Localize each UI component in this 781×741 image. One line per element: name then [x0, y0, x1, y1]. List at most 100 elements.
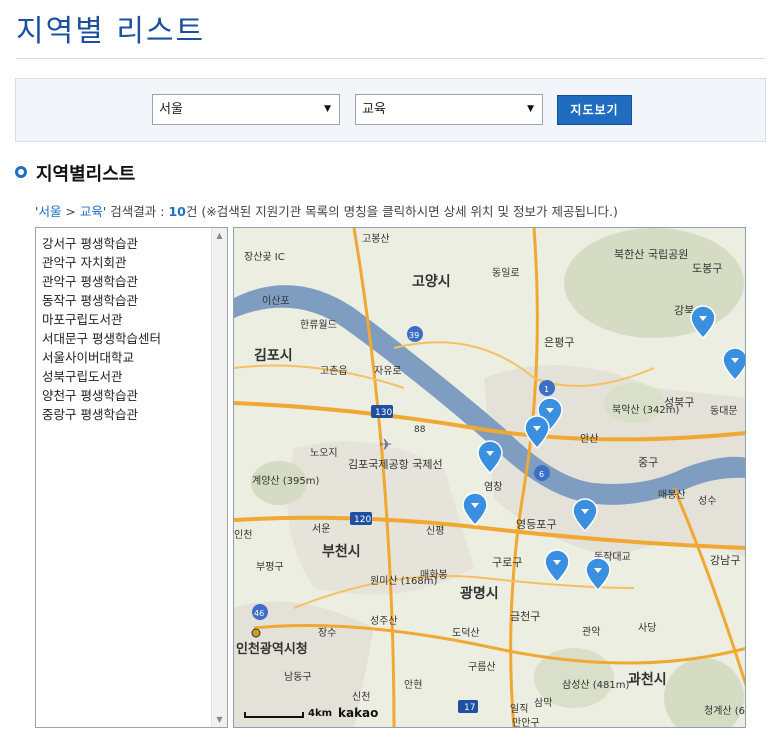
- result-summary: '서울 > 교육' 검색결과 : 10건 (※검색된 지원기관 목록의 명칭을 …: [35, 201, 618, 220]
- map-label-bukhansan: 북한산 국립공원: [614, 248, 688, 261]
- section-title: 지역별리스트: [36, 164, 136, 185]
- scroll-down-icon[interactable]: ▼: [212, 712, 227, 727]
- list-item[interactable]: 마포구립도서관: [42, 310, 161, 329]
- title-divider: [16, 58, 765, 59]
- map-label-dobong: 도봉구: [692, 262, 722, 275]
- page-title: 지역별 리스트: [16, 14, 206, 49]
- map-label-road-88: 88: [414, 425, 426, 435]
- result-count: 10: [168, 204, 186, 219]
- map-label-goson: 고촌읍: [320, 365, 348, 377]
- list-scrollbar[interactable]: ▲ ▼: [211, 228, 227, 727]
- map-label-yeongdeungpo: 영등포구: [516, 518, 556, 531]
- section-bullet-icon: [15, 166, 27, 178]
- list-item[interactable]: 관악구 자치회관: [42, 253, 161, 272]
- airport-icon: ✈: [379, 435, 392, 454]
- list-item[interactable]: 중랑구 평생학습관: [42, 405, 161, 424]
- map-label-sincheon: 신천: [352, 691, 370, 703]
- map-label-gobongsan: 고봉산: [362, 233, 390, 245]
- road-shield-17-label: 17: [464, 703, 475, 713]
- map-label-hanryu: 한류월드: [300, 319, 337, 331]
- bukhansan-park: [564, 228, 744, 338]
- institution-list-items: 강서구 평생학습관 관악구 자치회관 관악구 평생학습관 동작구 평생학습관 마…: [42, 234, 161, 424]
- kakao-logo[interactable]: kakao: [338, 706, 378, 720]
- result-region: 서울: [38, 204, 62, 219]
- list-item[interactable]: 서대문구 평생학습센터: [42, 329, 161, 348]
- result-category: 교육: [79, 204, 103, 219]
- map-label-gwanak: 관악: [582, 626, 600, 638]
- category-select[interactable]: 교육 ▼: [355, 94, 543, 125]
- map-label-seongjusan: 성주산: [370, 615, 398, 627]
- map-label-incheon: 인천: [234, 529, 252, 541]
- map-label-gwacheon: 과천시: [628, 672, 667, 688]
- map-label-samseongsan: 삼성산 (481m): [562, 679, 630, 691]
- category-select-value: 교육: [362, 102, 386, 117]
- list-item[interactable]: 서울사이버대학교: [42, 348, 161, 367]
- map-label-jayuro: 자유로: [374, 365, 402, 377]
- result-separator: >: [61, 204, 80, 219]
- scroll-up-icon[interactable]: ▲: [212, 228, 227, 243]
- map-label-namdong: 남동구: [284, 671, 312, 683]
- region-select[interactable]: 서울 ▼: [152, 94, 340, 125]
- map-scale-label: 4km: [308, 708, 333, 719]
- map-label-sinpyeong: 신평: [426, 525, 444, 537]
- result-notice: (※검색된 지원기관 목록의 명칭을 클릭하시면 상세 위치 및 정보가 제공됩…: [197, 204, 618, 219]
- map-label-yeomchang: 염창: [484, 481, 502, 493]
- map-label-jung: 중구: [638, 456, 658, 469]
- map-label-gureumsan: 구름산: [468, 661, 496, 673]
- map-label-anhyeon: 안현: [404, 679, 422, 691]
- list-item[interactable]: 관악구 평생학습관: [42, 272, 161, 291]
- road-shield-6-label: 6: [539, 470, 544, 479]
- view-map-button[interactable]: 지도보기: [557, 95, 632, 125]
- map-label-bugaksan: 북악산 (342m): [612, 404, 680, 416]
- map-label-gyeyangsan: 계양산 (395m): [252, 475, 320, 487]
- list-item[interactable]: 동작구 평생학습관: [42, 291, 161, 310]
- map-label-goyang: 고양시: [412, 274, 451, 290]
- map-label-dongilro: 동일로: [492, 267, 520, 279]
- map-label-gwangmyeong: 광명시: [460, 585, 499, 602]
- road-shield-39-label: 39: [409, 331, 419, 340]
- map-label-jangsangong: 장산곶 IC: [244, 251, 285, 263]
- map-label-seowoon: 서운: [312, 523, 330, 535]
- map-label-ilik: 일직: [510, 703, 528, 715]
- map-label-incheon-hall: 인천광역시청: [236, 641, 308, 657]
- chevron-down-icon: ▼: [324, 104, 331, 114]
- map-label-ihwa: 이산포: [262, 295, 290, 307]
- map-label-sadang: 사당: [638, 622, 656, 634]
- map-label-gangnam: 강남구: [710, 554, 740, 567]
- search-panel: 서울 ▼ 교육 ▼ 지도보기: [15, 78, 766, 142]
- road-shield-130-label: 130: [375, 408, 392, 418]
- road-shield-120-label: 120: [354, 515, 371, 525]
- list-item[interactable]: 강서구 평생학습관: [42, 234, 161, 253]
- map-label-samak: 삼막: [534, 697, 552, 709]
- map-label-nojiji: 노오지: [310, 447, 338, 459]
- map-label-bupyeong: 부평구: [256, 561, 284, 573]
- map-view[interactable]: ✈ 130 120 17 39 1 6 46 고양시 김포시 부천시 광명시 과…: [233, 227, 746, 728]
- chevron-down-icon: ▼: [527, 104, 534, 114]
- region-select-value: 서울: [159, 102, 183, 117]
- map-label-seongsu: 성수: [698, 495, 716, 507]
- institution-list[interactable]: 강서구 평생학습관 관악구 자치회관 관악구 평생학습관 동작구 평생학습관 마…: [35, 227, 228, 728]
- map-label-maebongsan: 매봉산: [658, 489, 686, 501]
- map-label-manan: 만안구: [512, 717, 540, 728]
- result-label: ' 검색결과 :: [102, 204, 169, 219]
- map-label-maehwa: 매화봉: [420, 569, 448, 581]
- map-label-bucheon: 부천시: [322, 544, 361, 560]
- map-label-ansan: 안산: [580, 433, 598, 445]
- map-canvas[interactable]: ✈ 130 120 17 39 1 6 46 고양시 김포시 부천시 광명시 과…: [234, 228, 746, 728]
- result-count-unit: 건: [185, 204, 198, 219]
- road-shield-1-label: 1: [544, 385, 549, 394]
- map-label-eunpyeong: 은평구: [544, 336, 574, 349]
- city-hall-icon: [251, 628, 261, 638]
- map-scale-bar: [244, 712, 304, 718]
- list-item[interactable]: 성북구립도서관: [42, 367, 161, 386]
- road-shield-46-label: 46: [254, 609, 264, 618]
- map-label-geumcheon: 금천구: [510, 609, 540, 623]
- map-label-cheonggyesan: 청계산 (618m): [704, 705, 746, 717]
- map-label-airport: 김포국제공항 국제선: [348, 458, 443, 471]
- list-item[interactable]: 양천구 평생학습관: [42, 386, 161, 405]
- map-label-jangsu: 장수: [318, 627, 336, 639]
- map-label-guro: 구로구: [492, 556, 522, 569]
- map-label-dongdaemun: 동대문: [710, 405, 738, 417]
- map-label-gimpo: 김포시: [254, 347, 293, 364]
- map-label-dodeoksan: 도덕산: [452, 627, 480, 639]
